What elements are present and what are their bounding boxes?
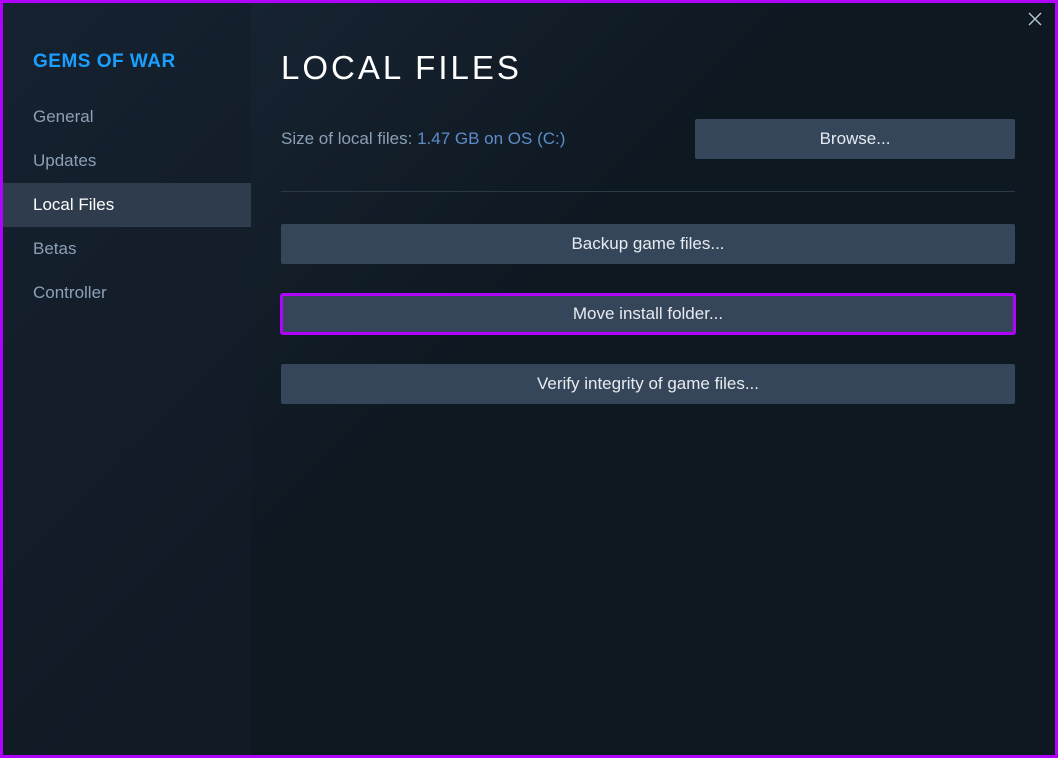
sidebar-item-betas[interactable]: Betas xyxy=(3,227,251,271)
verify-integrity-button[interactable]: Verify integrity of game files... xyxy=(281,364,1015,404)
backup-game-files-button[interactable]: Backup game files... xyxy=(281,224,1015,264)
sidebar: GEMS OF WAR General Updates Local Files … xyxy=(3,3,251,755)
close-icon xyxy=(1028,12,1042,26)
close-button[interactable] xyxy=(1025,9,1045,29)
sidebar-item-label: General xyxy=(33,107,93,126)
size-info: Size of local files: 1.47 GB on OS (C:) xyxy=(281,129,565,149)
size-label: Size of local files: xyxy=(281,129,417,148)
sidebar-item-label: Betas xyxy=(33,239,76,258)
sidebar-item-label: Updates xyxy=(33,151,96,170)
main-panel: LOCAL FILES Size of local files: 1.47 GB… xyxy=(251,3,1055,755)
game-title: GEMS OF WAR xyxy=(3,51,251,95)
sidebar-item-local-files[interactable]: Local Files xyxy=(3,183,251,227)
move-install-folder-button[interactable]: Move install folder... xyxy=(281,294,1015,334)
divider xyxy=(281,191,1015,192)
size-info-row: Size of local files: 1.47 GB on OS (C:) … xyxy=(281,119,1015,159)
properties-window: GEMS OF WAR General Updates Local Files … xyxy=(0,0,1058,758)
sidebar-item-label: Local Files xyxy=(33,195,114,214)
sidebar-item-controller[interactable]: Controller xyxy=(3,271,251,315)
page-title: LOCAL FILES xyxy=(281,49,1015,87)
browse-button[interactable]: Browse... xyxy=(695,119,1015,159)
sidebar-item-label: Controller xyxy=(33,283,107,302)
sidebar-item-updates[interactable]: Updates xyxy=(3,139,251,183)
size-value: 1.47 GB on OS (C:) xyxy=(417,129,565,148)
sidebar-item-general[interactable]: General xyxy=(3,95,251,139)
